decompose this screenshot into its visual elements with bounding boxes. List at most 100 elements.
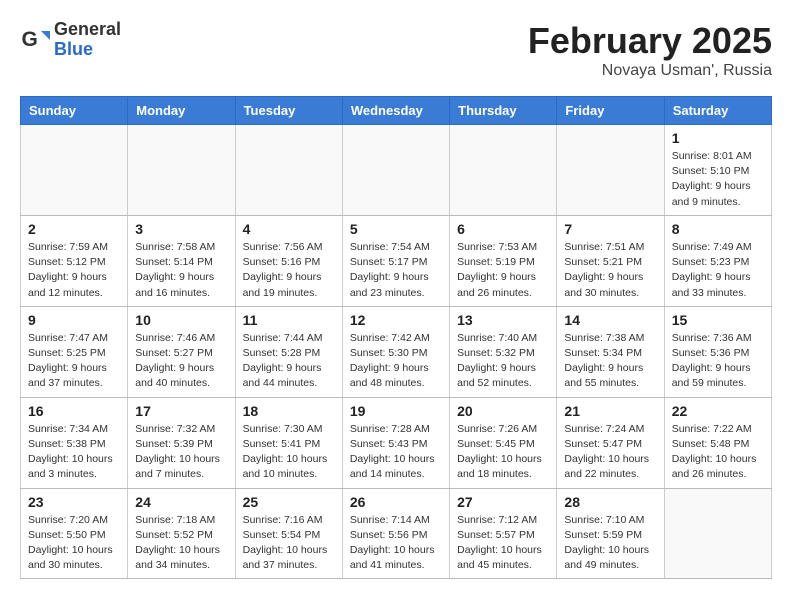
calendar-cell: 12 Sunrise: 7:42 AM Sunset: 5:30 PM Dayli… <box>342 306 449 397</box>
weekday-header-wednesday: Wednesday <box>342 97 449 125</box>
week-row-5: 23 Sunrise: 7:20 AM Sunset: 5:50 PM Dayli… <box>21 488 772 579</box>
day-info: Sunrise: 7:58 AM Sunset: 5:14 PM Dayligh… <box>135 240 227 301</box>
calendar-cell: 11 Sunrise: 7:44 AM Sunset: 5:28 PM Dayli… <box>235 306 342 397</box>
weekday-header-tuesday: Tuesday <box>235 97 342 125</box>
calendar-cell: 8 Sunrise: 7:49 AM Sunset: 5:23 PM Daylig… <box>664 215 771 306</box>
svg-text:G: G <box>22 28 38 51</box>
day-info: Sunrise: 7:54 AM Sunset: 5:17 PM Dayligh… <box>350 240 442 301</box>
calendar-cell <box>21 125 128 216</box>
calendar-cell: 13Sunrise: 7:40 AM Sunset: 5:32 PM Dayli… <box>450 306 557 397</box>
day-number: 10 <box>135 312 227 328</box>
week-row-3: 9Sunrise: 7:47 AM Sunset: 5:25 PM Daylig… <box>21 306 772 397</box>
day-number: 27 <box>457 494 549 510</box>
weekday-header-saturday: Saturday <box>664 97 771 125</box>
day-number: 8 <box>672 221 764 237</box>
day-info: Sunrise: 7:22 AM Sunset: 5:48 PM Dayligh… <box>672 422 764 483</box>
calendar-cell <box>557 125 664 216</box>
week-row-2: 2 Sunrise: 7:59 AM Sunset: 5:12 PM Daylig… <box>21 215 772 306</box>
calendar-cell: 22 Sunrise: 7:22 AM Sunset: 5:48 PM Dayli… <box>664 397 771 488</box>
calendar-cell: 27 Sunrise: 7:12 AM Sunset: 5:57 PM Dayli… <box>450 488 557 579</box>
logo-icon: G <box>20 25 50 55</box>
title-block: February 2025 Novaya Usman', Russia <box>528 20 772 80</box>
day-number: 15 <box>672 312 764 328</box>
day-number: 23 <box>28 494 120 510</box>
calendar-cell: 3 Sunrise: 7:58 AM Sunset: 5:14 PM Daylig… <box>128 215 235 306</box>
calendar-cell: 6 Sunrise: 7:53 AM Sunset: 5:19 PM Daylig… <box>450 215 557 306</box>
calendar-cell: 2 Sunrise: 7:59 AM Sunset: 5:12 PM Daylig… <box>21 215 128 306</box>
day-number: 6 <box>457 221 549 237</box>
day-info: Sunrise: 7:44 AM Sunset: 5:28 PM Dayligh… <box>243 331 335 392</box>
day-number: 18 <box>243 403 335 419</box>
calendar-cell: 20Sunrise: 7:26 AM Sunset: 5:45 PM Dayli… <box>450 397 557 488</box>
day-number: 7 <box>564 221 656 237</box>
calendar-cell: 19 Sunrise: 7:28 AM Sunset: 5:43 PM Dayli… <box>342 397 449 488</box>
calendar-cell: 1 Sunrise: 8:01 AM Sunset: 5:10 PM Daylig… <box>664 125 771 216</box>
calendar-cell <box>664 488 771 579</box>
page-header: G General Blue February 2025 Novaya Usma… <box>20 20 772 80</box>
calendar-cell: 21 Sunrise: 7:24 AM Sunset: 5:47 PM Dayli… <box>557 397 664 488</box>
calendar-cell: 5 Sunrise: 7:54 AM Sunset: 5:17 PM Daylig… <box>342 215 449 306</box>
calendar-cell: 9Sunrise: 7:47 AM Sunset: 5:25 PM Daylig… <box>21 306 128 397</box>
weekday-header-thursday: Thursday <box>450 97 557 125</box>
calendar-cell: 23 Sunrise: 7:20 AM Sunset: 5:50 PM Dayli… <box>21 488 128 579</box>
day-number: 19 <box>350 403 442 419</box>
day-number: 2 <box>28 221 120 237</box>
day-info: Sunrise: 7:38 AM Sunset: 5:34 PM Dayligh… <box>564 331 656 392</box>
week-row-4: 16 Sunrise: 7:34 AM Sunset: 5:38 PM Dayli… <box>21 397 772 488</box>
day-info: Sunrise: 7:56 AM Sunset: 5:16 PM Dayligh… <box>243 240 335 301</box>
logo-blue: Blue <box>54 40 121 60</box>
day-info: Sunrise: 7:46 AM Sunset: 5:27 PM Dayligh… <box>135 331 227 392</box>
calendar-cell: 4 Sunrise: 7:56 AM Sunset: 5:16 PM Daylig… <box>235 215 342 306</box>
calendar-cell <box>235 125 342 216</box>
day-number: 26 <box>350 494 442 510</box>
calendar-cell: 24Sunrise: 7:18 AM Sunset: 5:52 PM Dayli… <box>128 488 235 579</box>
day-info: Sunrise: 7:28 AM Sunset: 5:43 PM Dayligh… <box>350 422 442 483</box>
day-number: 11 <box>243 312 335 328</box>
calendar-cell: 14 Sunrise: 7:38 AM Sunset: 5:34 PM Dayli… <box>557 306 664 397</box>
day-number: 16 <box>28 403 120 419</box>
logo: G General Blue <box>20 20 121 60</box>
day-info: Sunrise: 7:12 AM Sunset: 5:57 PM Dayligh… <box>457 513 549 574</box>
day-info: Sunrise: 8:01 AM Sunset: 5:10 PM Dayligh… <box>672 149 764 210</box>
day-info: Sunrise: 7:49 AM Sunset: 5:23 PM Dayligh… <box>672 240 764 301</box>
day-number: 3 <box>135 221 227 237</box>
month-title: February 2025 <box>528 20 772 62</box>
calendar-cell: 26Sunrise: 7:14 AM Sunset: 5:56 PM Dayli… <box>342 488 449 579</box>
calendar-cell: 25Sunrise: 7:16 AM Sunset: 5:54 PM Dayli… <box>235 488 342 579</box>
day-number: 14 <box>564 312 656 328</box>
day-number: 22 <box>672 403 764 419</box>
logo-general: General <box>54 20 121 40</box>
day-number: 17 <box>135 403 227 419</box>
weekday-header-sunday: Sunday <box>21 97 128 125</box>
day-info: Sunrise: 7:42 AM Sunset: 5:30 PM Dayligh… <box>350 331 442 392</box>
weekday-header-friday: Friday <box>557 97 664 125</box>
weekday-header-row: SundayMondayTuesdayWednesdayThursdayFrid… <box>21 97 772 125</box>
day-number: 24 <box>135 494 227 510</box>
day-info: Sunrise: 7:20 AM Sunset: 5:50 PM Dayligh… <box>28 513 120 574</box>
day-info: Sunrise: 7:10 AM Sunset: 5:59 PM Dayligh… <box>564 513 656 574</box>
calendar-cell: 17Sunrise: 7:32 AM Sunset: 5:39 PM Dayli… <box>128 397 235 488</box>
day-info: Sunrise: 7:24 AM Sunset: 5:47 PM Dayligh… <box>564 422 656 483</box>
day-info: Sunrise: 7:59 AM Sunset: 5:12 PM Dayligh… <box>28 240 120 301</box>
day-number: 4 <box>243 221 335 237</box>
day-info: Sunrise: 7:26 AM Sunset: 5:45 PM Dayligh… <box>457 422 549 483</box>
day-info: Sunrise: 7:53 AM Sunset: 5:19 PM Dayligh… <box>457 240 549 301</box>
day-number: 21 <box>564 403 656 419</box>
day-number: 5 <box>350 221 442 237</box>
day-info: Sunrise: 7:51 AM Sunset: 5:21 PM Dayligh… <box>564 240 656 301</box>
calendar-cell: 16 Sunrise: 7:34 AM Sunset: 5:38 PM Dayli… <box>21 397 128 488</box>
day-info: Sunrise: 7:36 AM Sunset: 5:36 PM Dayligh… <box>672 331 764 392</box>
calendar-cell: 10 Sunrise: 7:46 AM Sunset: 5:27 PM Dayli… <box>128 306 235 397</box>
day-info: Sunrise: 7:34 AM Sunset: 5:38 PM Dayligh… <box>28 422 120 483</box>
day-info: Sunrise: 7:30 AM Sunset: 5:41 PM Dayligh… <box>243 422 335 483</box>
day-number: 25 <box>243 494 335 510</box>
day-number: 1 <box>672 130 764 146</box>
day-number: 12 <box>350 312 442 328</box>
day-number: 28 <box>564 494 656 510</box>
day-number: 9 <box>28 312 120 328</box>
calendar-cell: 18 Sunrise: 7:30 AM Sunset: 5:41 PM Dayli… <box>235 397 342 488</box>
calendar-table: SundayMondayTuesdayWednesdayThursdayFrid… <box>20 96 772 579</box>
calendar-cell <box>342 125 449 216</box>
day-number: 13 <box>457 312 549 328</box>
calendar-cell: 28 Sunrise: 7:10 AM Sunset: 5:59 PM Dayli… <box>557 488 664 579</box>
